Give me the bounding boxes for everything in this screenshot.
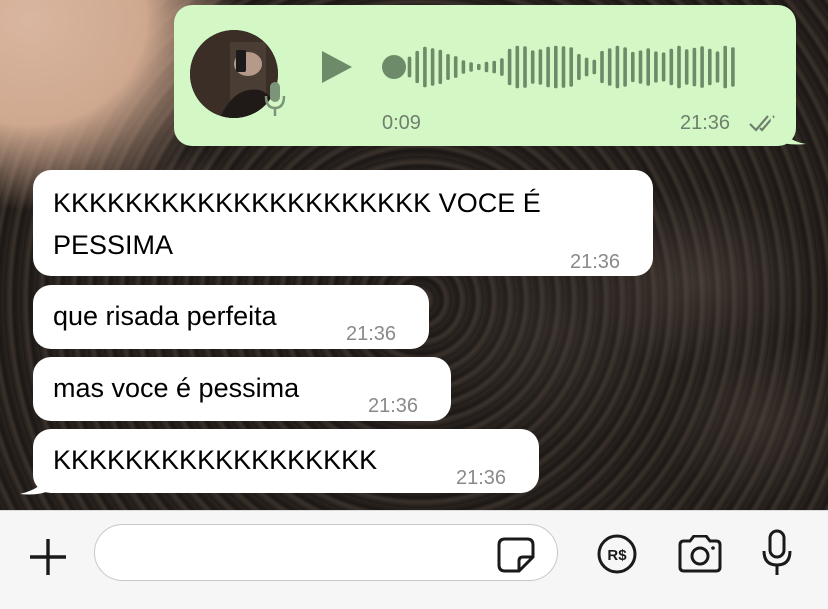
waveform-bar bbox=[492, 60, 496, 74]
waveform-bar bbox=[569, 47, 573, 87]
message-input[interactable] bbox=[115, 533, 499, 573]
message-text: KKKKKKKKKKKKKKKKKK bbox=[53, 445, 378, 475]
microphone-icon[interactable] bbox=[760, 529, 794, 582]
waveform-bar bbox=[507, 48, 512, 86]
waveform-bar bbox=[554, 45, 558, 89]
waveform-bar bbox=[615, 45, 620, 89]
waveform-bar bbox=[446, 54, 450, 80]
voice-note-mic-icon bbox=[262, 80, 288, 125]
waveform-bar bbox=[708, 48, 712, 86]
voice-waveform[interactable] bbox=[400, 41, 740, 93]
waveform-bar bbox=[661, 52, 666, 82]
message-bubble-tail bbox=[20, 474, 52, 495]
waveform-bar bbox=[523, 46, 527, 88]
waveform-bar bbox=[530, 50, 535, 84]
svg-text:R$: R$ bbox=[607, 547, 627, 564]
waveform-bar bbox=[715, 51, 720, 83]
waveform-bar bbox=[723, 45, 727, 89]
waveform-bar bbox=[500, 58, 504, 76]
waveform-bar bbox=[584, 57, 589, 77]
waveform-bar bbox=[577, 54, 581, 80]
waveform-bar bbox=[731, 47, 735, 87]
waveform-bar bbox=[592, 59, 597, 75]
waveform-bar bbox=[407, 56, 412, 78]
message-text: mas voce é pessima bbox=[53, 373, 300, 403]
plus-icon[interactable] bbox=[24, 533, 72, 581]
waveform-bar bbox=[453, 56, 458, 78]
waveform-bar bbox=[600, 50, 604, 84]
message-text-line: KKKKKKKKKKKKKKKKKKKKK VOCE É bbox=[53, 188, 541, 218]
camera-icon[interactable] bbox=[676, 534, 724, 578]
waveform-bar bbox=[669, 48, 674, 86]
sticker-icon[interactable] bbox=[497, 537, 535, 578]
waveform-bar bbox=[546, 46, 550, 88]
waveform-bar bbox=[477, 63, 481, 71]
message-bubble[interactable]: que risada perfeita 21:36 bbox=[33, 285, 429, 349]
waveform-bar bbox=[423, 46, 427, 88]
voice-duration: 0:09 bbox=[382, 112, 421, 134]
waveform-bar bbox=[415, 50, 419, 84]
waveform-bar bbox=[692, 47, 697, 87]
message-time: 21:36 bbox=[368, 395, 419, 417]
message-time: 21:36 bbox=[570, 251, 621, 273]
message-bubble[interactable]: mas voce é pessima 21:36 bbox=[33, 357, 451, 421]
waveform-bar bbox=[438, 49, 443, 85]
waveform-bar bbox=[515, 45, 520, 89]
payment-icon[interactable]: R$ bbox=[596, 533, 638, 580]
waveform-bar bbox=[646, 48, 650, 86]
waveform-bar bbox=[700, 46, 704, 88]
message-time: 21:36 bbox=[346, 323, 397, 345]
play-icon[interactable] bbox=[318, 49, 354, 90]
voice-message-time: 21:36 bbox=[680, 112, 731, 134]
voice-bubble-tail bbox=[770, 110, 806, 145]
message-text-line: PESSIMA bbox=[53, 230, 174, 260]
waveform-bar bbox=[400, 59, 404, 75]
waveform-bar bbox=[631, 51, 635, 83]
waveform-bar bbox=[623, 47, 627, 87]
message-time: 21:36 bbox=[456, 467, 507, 489]
waveform-bar bbox=[607, 48, 612, 86]
waveform-bar bbox=[461, 60, 466, 74]
waveform-bar bbox=[677, 45, 681, 89]
waveform-bar bbox=[638, 50, 643, 84]
message-text: que risada perfeita bbox=[53, 301, 277, 331]
message-bubble[interactable]: KKKKKKKKKKKKKKKKKK 21:36 bbox=[33, 429, 539, 493]
waveform-bar bbox=[484, 61, 489, 73]
message-input-bar: R$ bbox=[0, 510, 828, 609]
voice-message-bubble[interactable]: 0:09 21:36 bbox=[174, 5, 796, 146]
message-input-field[interactable] bbox=[94, 524, 558, 581]
waveform-bar bbox=[561, 46, 566, 88]
waveform-bar bbox=[684, 49, 689, 85]
waveform-bar bbox=[654, 51, 658, 83]
waveform-bar bbox=[430, 48, 435, 86]
message-bubble[interactable]: KKKKKKKKKKKKKKKKKKKKK VOCE É PESSIMA 21:… bbox=[33, 170, 653, 276]
waveform-bar bbox=[538, 49, 543, 85]
waveform-bar bbox=[469, 62, 473, 72]
